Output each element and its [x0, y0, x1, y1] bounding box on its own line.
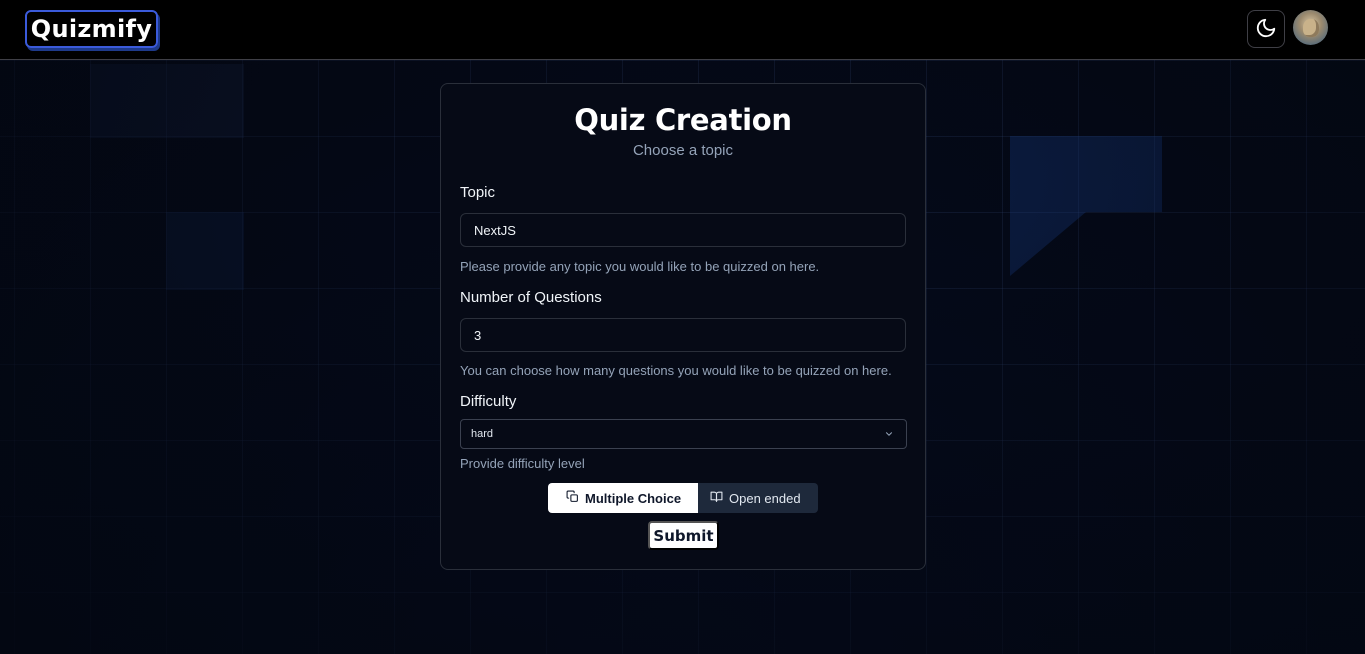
moon-icon: [1255, 17, 1277, 42]
question-count-input[interactable]: [460, 318, 906, 352]
book-open-icon: [710, 490, 723, 506]
page-title: Quiz Creation: [574, 103, 792, 137]
difficulty-label: Difficulty: [460, 393, 517, 410]
top-navbar: Quizmify: [0, 0, 1365, 60]
question-type-toggle: Multiple Choice Open ended: [548, 483, 818, 513]
multiple-choice-button[interactable]: Multiple Choice: [548, 483, 698, 513]
user-avatar[interactable]: [1293, 10, 1328, 45]
copy-icon: [566, 490, 579, 506]
topic-input[interactable]: [460, 213, 906, 247]
app-logo[interactable]: Quizmify: [25, 10, 158, 48]
open-ended-button[interactable]: Open ended: [698, 483, 818, 513]
question-count-label: Number of Questions: [460, 289, 602, 306]
open-ended-label: Open ended: [729, 490, 801, 506]
question-count-help-text: You can choose how many questions you wo…: [460, 363, 892, 378]
topic-label: Topic: [460, 184, 496, 201]
quiz-creation-card: Quiz Creation Choose a topic Topic Pleas…: [440, 83, 926, 570]
difficulty-selected-value: hard: [471, 428, 494, 440]
multiple-choice-label: Multiple Choice: [585, 490, 682, 506]
page-subtitle: Choose a topic: [632, 142, 734, 159]
difficulty-help-text: Provide difficulty level: [460, 456, 585, 471]
difficulty-select[interactable]: hard: [460, 419, 907, 449]
submit-button[interactable]: Submit: [648, 521, 719, 550]
topic-help-text: Please provide any topic you would like …: [460, 259, 820, 274]
chevron-down-icon: [884, 429, 894, 442]
theme-toggle-button[interactable]: [1247, 10, 1285, 48]
